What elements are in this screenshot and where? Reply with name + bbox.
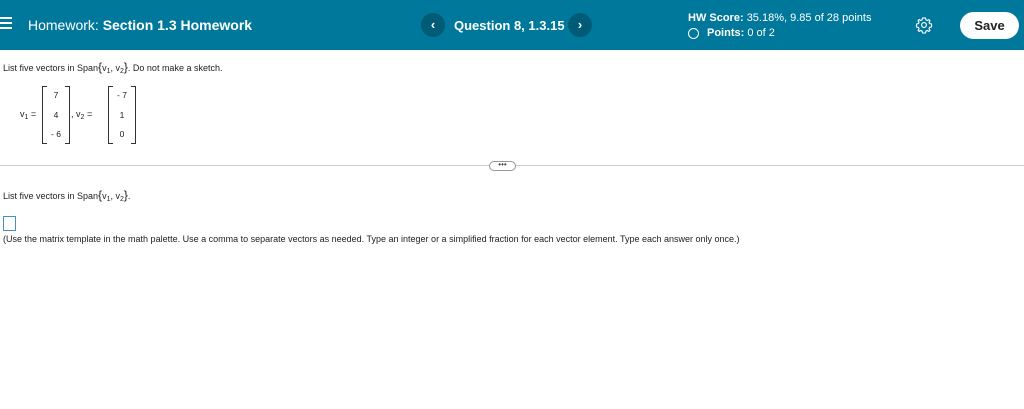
gear-icon[interactable] <box>915 16 933 34</box>
circle-icon <box>688 28 699 39</box>
v1-label: v1 = <box>20 109 36 121</box>
v2-label: , v2 = <box>71 109 92 121</box>
vector-definitions: v1 = 7 4 - 6 , v2 = - 7 1 0 <box>20 86 140 146</box>
v1-matrix: 7 4 - 6 <box>42 86 70 144</box>
v1-label-sub: 1 <box>24 114 29 121</box>
v2-entry: 1 <box>119 110 125 120</box>
question-label: Question 8, 1.3.15 <box>454 18 565 33</box>
prompt-prefix: List five vectors in Span <box>3 63 99 73</box>
v2-equals: = <box>86 109 93 119</box>
answer-instructions: (Use the matrix template in the math pal… <box>3 234 740 244</box>
score-panel: HW Score: 35.18%, 9.85 of 28 points Poin… <box>688 11 871 41</box>
score-label: HW Score: <box>688 12 744 24</box>
points-value: 0 of 2 <box>747 27 775 39</box>
answer-input[interactable] <box>3 216 16 231</box>
problem-prompt: List five vectors in Span{v1, v2}. Do no… <box>3 60 222 75</box>
expand-button[interactable]: ••• <box>489 161 516 171</box>
menu-icon[interactable] <box>0 17 12 31</box>
prompt-suffix: . Do not make a sketch. <box>127 63 223 73</box>
answer-prompt-prefix: List five vectors in Span <box>3 191 99 201</box>
answer-prompt: List five vectors in Span{v1, v2}. <box>3 188 130 203</box>
title-name: Section 1.3 Homework <box>102 17 253 33</box>
v2-comma: , <box>71 109 74 119</box>
next-question-button[interactable]: › <box>568 13 592 37</box>
score-value: 35.18%, 9.85 of 28 points <box>746 12 872 24</box>
points-label: Points: <box>707 27 745 39</box>
span-comma: , <box>110 63 113 73</box>
answer-comma: , <box>110 191 113 201</box>
v2-entry: - 7 <box>117 90 127 100</box>
answer-prompt-suffix: . <box>127 191 131 201</box>
v1-entry: 4 <box>53 110 59 120</box>
v1-entry: - 6 <box>51 129 61 139</box>
v1-equals: = <box>30 109 37 119</box>
chevron-left-icon: ‹ <box>430 17 436 32</box>
chevron-right-icon: › <box>577 17 583 32</box>
title-prefix: Homework: <box>28 17 99 33</box>
top-bar: Homework: Section 1.3 Homework ‹ Questio… <box>0 0 1024 50</box>
v1-entry: 7 <box>53 90 59 100</box>
v2-matrix: - 7 1 0 <box>108 86 136 144</box>
v2-entry: 0 <box>119 129 125 139</box>
previous-question-button[interactable]: ‹ <box>421 13 445 37</box>
v2-label-sub: 2 <box>80 114 85 121</box>
homework-title: Homework: Section 1.3 Homework <box>28 17 252 33</box>
save-button[interactable]: Save <box>960 12 1019 39</box>
